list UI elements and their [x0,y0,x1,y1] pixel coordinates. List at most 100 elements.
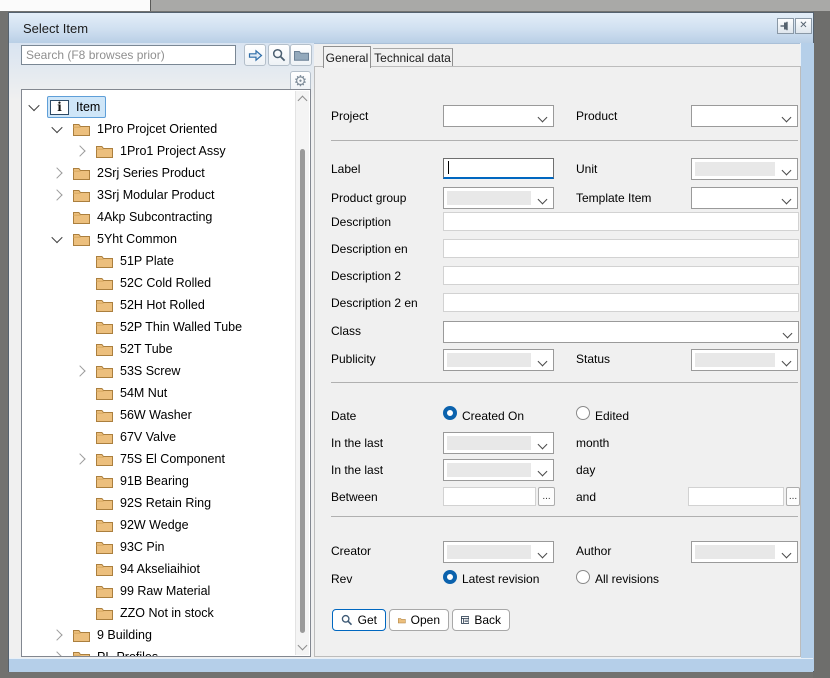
tree-item-content[interactable]: i 1Pro1 Project Assy [93,140,232,162]
tree-item-content[interactable]: i 75S El Component [93,448,231,470]
project-combo[interactable] [443,105,554,127]
tree-expand-chevron[interactable] [51,122,62,133]
tree-item[interactable]: i 4Akp Subcontracting [22,206,296,228]
label-input[interactable] [443,158,554,179]
tree-item[interactable]: i 92W Wedge [22,514,296,536]
between-from-browse-button[interactable]: ... [538,487,555,506]
tree-item[interactable]: i PL-Profiles [22,646,296,657]
tree-item-content[interactable]: i 93C Pin [93,536,170,558]
scroll-down-icon[interactable] [298,641,308,651]
tree-item-content[interactable]: i 3Srj Modular Product [70,184,220,206]
between-from-input[interactable] [443,487,536,506]
tree-item-content[interactable]: i 94 Akseliaihiot [93,558,206,580]
tree-item-content[interactable]: i 56W Washer [93,404,198,426]
tree-item-content[interactable]: i 91B Bearing [93,470,195,492]
tree-expand-chevron[interactable] [28,100,39,111]
tree-item-content[interactable]: i 52H Hot Rolled [93,294,211,316]
browse-button[interactable] [290,44,312,66]
tree-item-content[interactable]: i 1Pro Projcet Oriented [70,118,223,140]
tree-item[interactable]: i 52C Cold Rolled [22,272,296,294]
tree-item[interactable]: i 52H Hot Rolled [22,294,296,316]
description2-en-input[interactable] [443,293,799,312]
tree-item[interactable]: i 52P Thin Walled Tube [22,316,296,338]
scrollbar-thumb[interactable] [300,149,305,633]
tree-item-content[interactable]: i ZZO Not in stock [93,602,220,624]
pin-button[interactable] [777,18,794,34]
description-input[interactable] [443,212,799,231]
product-combo[interactable] [691,105,798,127]
tree-item[interactable]: i 2Srj Series Product [22,162,296,184]
close-button[interactable]: ✕ [795,18,812,34]
tree-expand-chevron[interactable] [74,145,85,156]
tree-item-content[interactable]: i Item [47,96,106,118]
tree-item-content[interactable]: i PL-Profiles [70,646,164,657]
get-button[interactable]: Get [332,609,386,631]
class-combo[interactable] [443,321,799,343]
between-to-browse-button[interactable]: ... [786,487,800,506]
tree-item-content[interactable]: i 51P Plate [93,250,180,272]
tree-item-content[interactable]: i 2Srj Series Product [70,162,211,184]
tree-item[interactable]: i 51P Plate [22,250,296,272]
tree-expand-chevron[interactable] [51,232,62,243]
created-on-radio[interactable] [443,406,457,420]
tree-item[interactable]: i 54M Nut [22,382,296,404]
back-button[interactable]: Back [452,609,510,631]
in-the-last-month-combo[interactable] [443,432,554,454]
template-item-combo[interactable] [691,187,798,209]
edited-radio[interactable] [576,406,590,420]
tree-item[interactable]: i 9 Building [22,624,296,646]
go-button[interactable] [244,44,266,66]
tree-expand-chevron[interactable] [51,189,62,200]
tree-expand-chevron[interactable] [74,453,85,464]
tree-item-content[interactable]: i 52C Cold Rolled [93,272,217,294]
tree-item[interactable]: i 91B Bearing [22,470,296,492]
dialog-titlebar[interactable]: Select Item ✕ [9,13,813,44]
tree-item[interactable]: i ZZO Not in stock [22,602,296,624]
author-combo[interactable] [691,541,798,563]
tree-item[interactable]: i 53S Screw [22,360,296,382]
tree-item-content[interactable]: i 4Akp Subcontracting [70,206,218,228]
tree-item[interactable]: i 56W Washer [22,404,296,426]
tree-item[interactable]: i 3Srj Modular Product [22,184,296,206]
tree-item[interactable]: i 67V Valve [22,426,296,448]
description2-input[interactable] [443,266,799,285]
between-to-input[interactable] [688,487,784,506]
tree-expand-chevron[interactable] [51,167,62,178]
tree-item[interactable]: i Item [22,96,296,118]
tree-item-content[interactable]: i 9 Building [70,624,158,646]
tree-item-content[interactable]: i 53S Screw [93,360,186,382]
tree-item[interactable]: i 1Pro Projcet Oriented [22,118,296,140]
tree-item[interactable]: i 93C Pin [22,536,296,558]
tree-item[interactable]: i 92S Retain Ring [22,492,296,514]
creator-combo[interactable] [443,541,554,563]
tree-expand-chevron[interactable] [51,651,62,657]
tree-item-content[interactable]: i 5Yht Common [70,228,183,250]
unit-combo[interactable] [691,158,798,180]
open-button[interactable]: Open [389,609,449,631]
product-group-combo[interactable] [443,187,554,209]
tree-item[interactable]: i 94 Akseliaihiot [22,558,296,580]
find-button[interactable] [268,44,290,66]
search-input[interactable] [21,45,236,65]
tree-item[interactable]: i 52T Tube [22,338,296,360]
tree-item-content[interactable]: i 54M Nut [93,382,173,404]
tree-item-content[interactable]: i 92S Retain Ring [93,492,217,514]
tree-item-content[interactable]: i 92W Wedge [93,514,195,536]
description-en-input[interactable] [443,239,799,258]
tree-item[interactable]: i 1Pro1 Project Assy [22,140,296,162]
status-combo[interactable] [691,349,798,371]
tree-expand-chevron[interactable] [74,365,85,376]
tree-item-content[interactable]: i 52P Thin Walled Tube [93,316,248,338]
tree-item-content[interactable]: i 67V Valve [93,426,182,448]
tree-item-content[interactable]: i 99 Raw Material [93,580,216,602]
tree-scrollbar[interactable] [295,91,309,655]
publicity-combo[interactable] [443,349,554,371]
tree-item[interactable]: i 75S El Component [22,448,296,470]
latest-revision-radio[interactable] [443,570,457,584]
tree-item[interactable]: i 99 Raw Material [22,580,296,602]
in-the-last-day-combo[interactable] [443,459,554,481]
tree-item[interactable]: i 5Yht Common [22,228,296,250]
tab-technical-data[interactable]: Technical data [373,48,453,66]
all-revisions-radio[interactable] [576,570,590,584]
tree-expand-chevron[interactable] [51,629,62,640]
